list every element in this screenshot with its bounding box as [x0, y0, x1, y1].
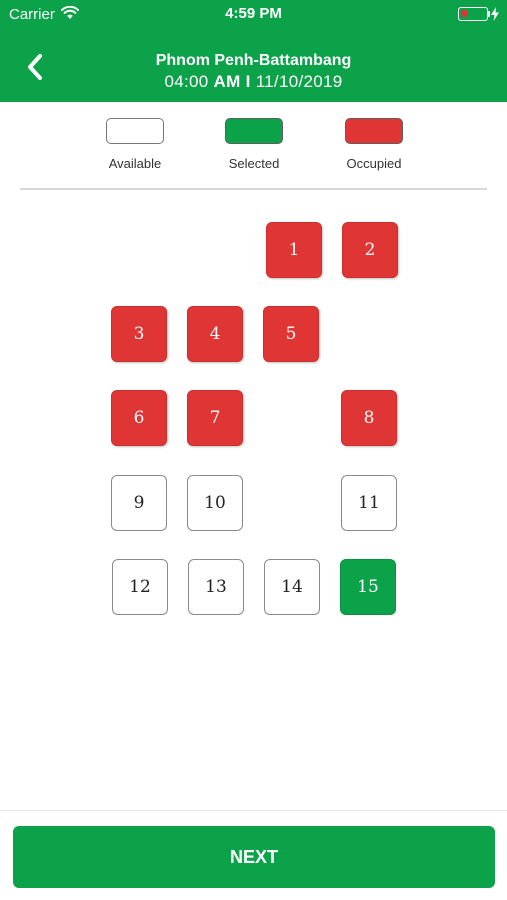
departure-separator: I	[245, 72, 251, 91]
seat-13[interactable]: 13	[188, 559, 244, 615]
next-button[interactable]: NEXT	[13, 826, 495, 888]
legend-available: Available	[75, 118, 195, 171]
departure-date: 11/10/2019	[255, 72, 343, 91]
battery-tip	[488, 11, 490, 17]
seat-11[interactable]: 11	[341, 475, 397, 531]
charging-bolt-icon	[491, 7, 499, 21]
seat-7[interactable]: 7	[187, 390, 243, 446]
legend-occupied-swatch	[345, 118, 403, 144]
departure-info: 04:00 AM I 11/10/2019	[0, 72, 507, 92]
status-bar: Carrier 4:59 PM	[0, 0, 507, 28]
seat-12[interactable]: 12	[112, 559, 168, 615]
footer-divider	[0, 810, 507, 811]
status-time: 4:59 PM	[225, 5, 282, 22]
legend-occupied: Occupied	[314, 118, 434, 171]
legend-available-swatch	[106, 118, 164, 144]
battery-icon	[458, 7, 488, 21]
departure-time: 04:00	[164, 72, 209, 91]
header-bar: Carrier 4:59 PM Phnom Penh-Battambang 04…	[0, 0, 507, 102]
legend-available-label: Available	[108, 156, 162, 171]
seat-6[interactable]: 6	[111, 390, 167, 446]
seat-9[interactable]: 9	[111, 475, 167, 531]
legend-divider	[20, 188, 487, 190]
route-title: Phnom Penh-Battambang	[155, 52, 352, 69]
seat-10[interactable]: 10	[187, 475, 243, 531]
seat-3[interactable]: 3	[111, 306, 167, 362]
seat-8[interactable]: 8	[341, 390, 397, 446]
legend-selected: Selected	[194, 118, 314, 171]
legend-occupied-label: Occupied	[346, 156, 402, 171]
legend-selected-label: Selected	[228, 156, 280, 171]
seat-2[interactable]: 2	[342, 222, 398, 278]
seat-1[interactable]: 1	[266, 222, 322, 278]
seat-5[interactable]: 5	[263, 306, 319, 362]
legend-selected-swatch	[225, 118, 283, 144]
departure-ampm: AM	[213, 72, 241, 91]
seat-14[interactable]: 14	[264, 559, 320, 615]
seat-4[interactable]: 4	[187, 306, 243, 362]
seat-15[interactable]: 15	[340, 559, 396, 615]
